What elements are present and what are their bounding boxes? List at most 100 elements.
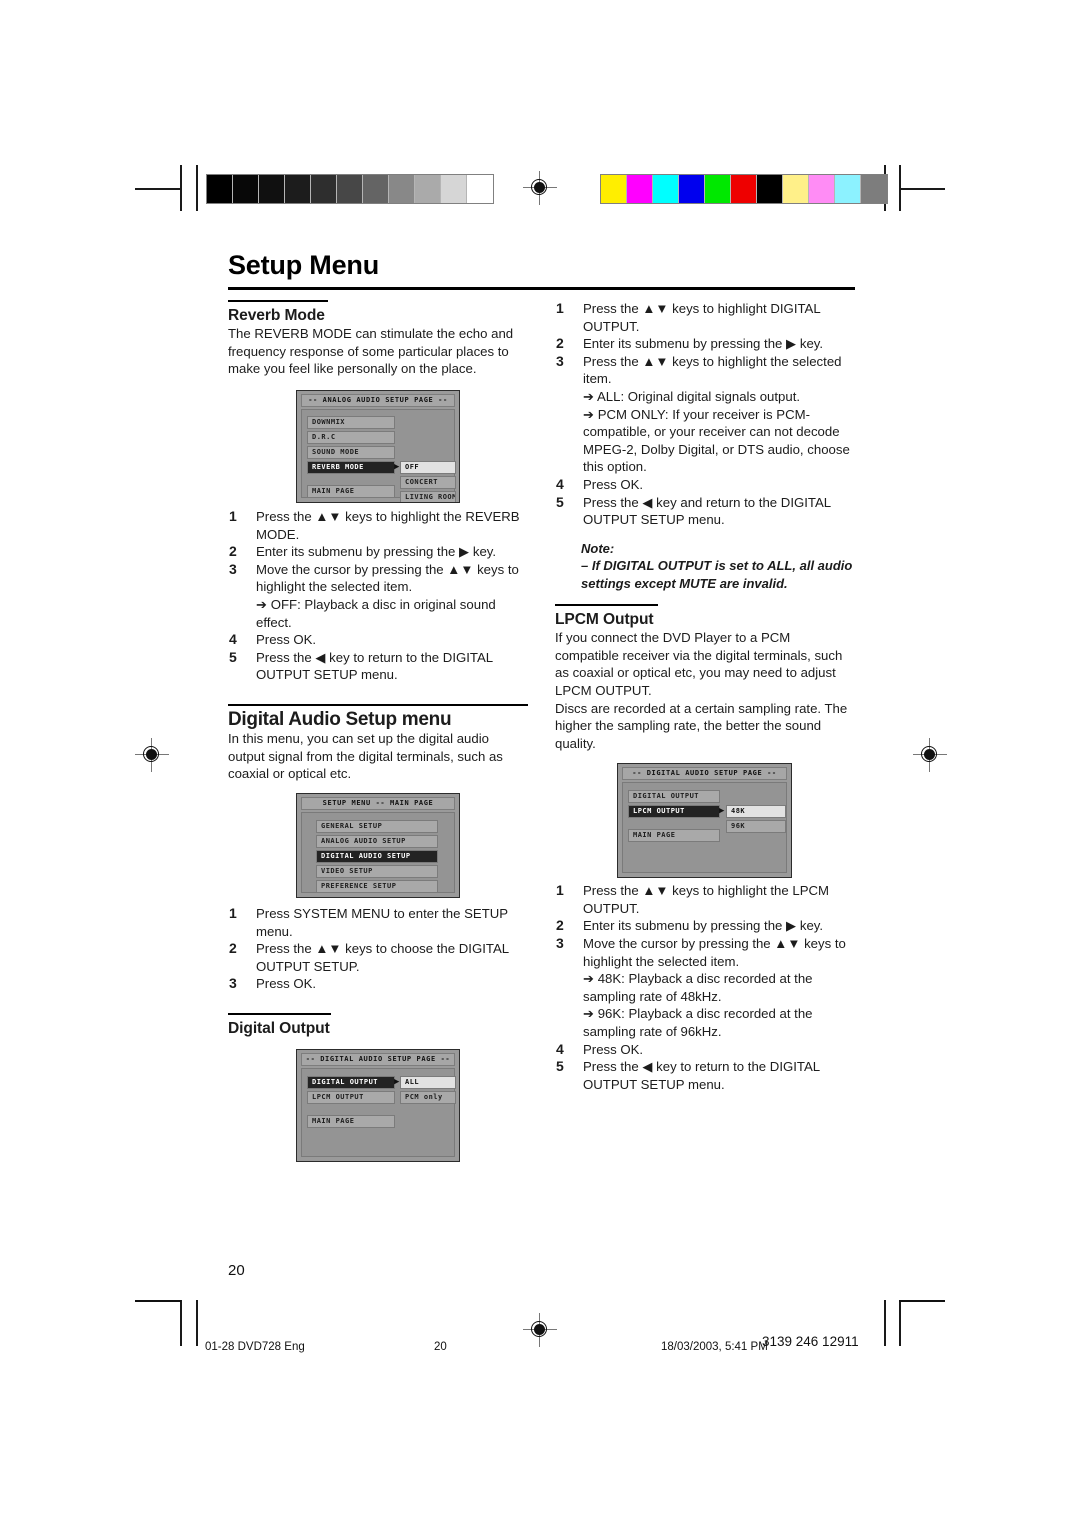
crop-mark-bottom-left-v: [180, 1300, 182, 1346]
digital-output-heading-rule: [228, 1013, 331, 1015]
osd-sub-all[interactable]: ALL: [400, 1076, 456, 1090]
step-text: Press the ▲▼ keys to choose the DIGITAL …: [256, 941, 509, 974]
osd-cursor-icon: ▶: [394, 1077, 400, 1088]
step-number: 3: [556, 352, 564, 369]
osd-body: GENERAL SETUP ANALOG AUDIO SETUP DIGITAL…: [301, 812, 455, 894]
osd-body: DIGITAL OUTPUT LPCM OUTPUT MAIN PAGE ▶ 4…: [622, 782, 787, 874]
step-text: Press the ◀ key to return to the DIGITAL…: [256, 649, 493, 683]
step-text: Press the ◀ key and return to the DIGITA…: [583, 494, 831, 528]
crop-mark-top-left-v2: [196, 165, 198, 211]
list-item: 3 Press OK.: [228, 975, 528, 993]
grayscale-swatch-0: [207, 175, 233, 203]
color-swatch-10: [861, 175, 887, 203]
footer-doc-code: 3139 246 12911: [762, 1334, 859, 1349]
osd-item-analog-audio-setup[interactable]: ANALOG AUDIO SETUP: [316, 835, 438, 849]
osd-item-main-page[interactable]: MAIN PAGE: [307, 1115, 395, 1129]
grayscale-swatch-2: [259, 175, 285, 203]
osd-item-drc[interactable]: D.R.C: [307, 430, 395, 444]
osd-sub-48k[interactable]: 48K: [726, 805, 786, 819]
step-text: Press the ◀ key to return to the DIGITAL…: [583, 1059, 820, 1092]
reverb-heading-rule: [228, 300, 328, 302]
step-text: Press OK.: [256, 632, 317, 648]
osd-lpcm-output-page: -- DIGITAL AUDIO SETUP PAGE -- DIGITAL O…: [617, 763, 792, 879]
color-calibration-bar: [600, 174, 888, 204]
reverb-steps-list: 1 Press the ▲▼ keys to highlight the REV…: [228, 508, 528, 684]
grayscale-swatch-5: [337, 175, 363, 203]
step-number: 5: [556, 493, 564, 510]
step-text: Press OK.: [583, 1041, 644, 1057]
osd-submenu-list: ALL PCM only: [400, 1076, 456, 1106]
osd-digital-output-wrap: -- DIGITAL AUDIO SETUP PAGE -- DIGITAL O…: [228, 1038, 528, 1168]
step-sub-text: ➔ 48K: Playback a disc recorded at the s…: [583, 971, 813, 1004]
color-swatch-6: [757, 175, 783, 203]
step-number: 3: [556, 935, 564, 952]
osd-item-lpcm-output[interactable]: LPCM OUTPUT: [628, 805, 720, 819]
lpcm-steps-list: 1 Press the ▲▼ keys to highlight the LPC…: [555, 882, 855, 1093]
list-item: 2 Enter its submenu by pressing the ▶ ke…: [555, 335, 855, 353]
step-number: 5: [229, 648, 237, 665]
osd-sub-96k[interactable]: 96K: [726, 820, 786, 834]
step-number: 2: [556, 917, 564, 934]
osd-setup-main-wrap: SETUP MENU -- MAIN PAGE GENERAL SETUP AN…: [228, 783, 528, 905]
crop-mark-bottom-left-v2: [196, 1300, 198, 1346]
osd-item-main-page[interactable]: MAIN PAGE: [307, 484, 395, 498]
step-sub-text-2: ➔ PCM ONLY: If your receiver is PCM-comp…: [583, 406, 850, 475]
lpcm-heading-rule: [555, 603, 658, 606]
osd-main-list: DOWNMIX D.R.C SOUND MODE REVERB MODE MAI…: [307, 415, 395, 500]
right-column: 1 Press the ▲▼ keys to highlight DIGITAL…: [555, 300, 855, 1093]
osd-header: -- ANALOG AUDIO SETUP PAGE --: [301, 393, 455, 407]
digital-audio-setup-intro: In this menu, you can set up the digital…: [228, 731, 503, 782]
osd-sub-pcm-only[interactable]: PCM only: [400, 1091, 456, 1105]
osd-sub-living-room[interactable]: LIVING ROOM: [400, 490, 456, 502]
crop-mark-top-left-v: [180, 165, 182, 211]
registration-target-top: [523, 171, 557, 205]
crop-mark-top-right-h: [899, 188, 945, 190]
osd-sub-concert[interactable]: CONCERT: [400, 475, 456, 489]
list-item: 3 Press the ▲▼ keys to highlight the sel…: [555, 353, 855, 476]
osd-header: -- DIGITAL AUDIO SETUP PAGE --: [622, 767, 787, 781]
osd-main-list: DIGITAL OUTPUT LPCM OUTPUT MAIN PAGE: [628, 790, 720, 844]
osd-sub-off[interactable]: OFF: [400, 460, 456, 474]
page-title: Setup Menu: [228, 250, 379, 280]
list-item: 4 Press OK.: [228, 631, 528, 649]
digital-audio-setup-heading: Digital Audio Setup menu: [228, 708, 452, 730]
osd-item-lpcm-output[interactable]: LPCM OUTPUT: [307, 1091, 395, 1105]
osd-analog-audio-setup: -- ANALOG AUDIO SETUP PAGE -- DOWNMIX D.…: [296, 389, 460, 503]
registration-target-left: [135, 738, 169, 772]
osd-submenu-list: 48K 96K: [726, 805, 786, 835]
osd-item-preference-setup[interactable]: PREFERENCE SETUP: [316, 880, 438, 894]
step-number: 5: [556, 1058, 564, 1075]
step-number: 1: [229, 507, 237, 524]
list-item: 4 Press OK.: [555, 1041, 855, 1059]
osd-item-digital-output[interactable]: DIGITAL OUTPUT: [307, 1076, 395, 1090]
step-text: Enter its submenu by pressing the ▶ key.: [256, 544, 497, 560]
osd-header: -- DIGITAL AUDIO SETUP PAGE --: [301, 1053, 455, 1067]
step-number: 4: [229, 631, 237, 648]
osd-item-video-setup[interactable]: VIDEO SETUP: [316, 865, 438, 879]
grayscale-swatch-3: [285, 175, 311, 203]
list-item: 5 Press the ◀ key to return to the DIGIT…: [555, 1058, 855, 1093]
grayscale-swatch-1: [233, 175, 259, 203]
lpcm-output-heading: LPCM Output: [555, 610, 654, 628]
list-item: 1 Press the ▲▼ keys to highlight DIGITAL…: [555, 300, 855, 335]
osd-analog-audio-wrap: -- ANALOG AUDIO SETUP PAGE -- DOWNMIX D.…: [228, 378, 528, 508]
osd-item-digital-output[interactable]: DIGITAL OUTPUT: [628, 790, 720, 804]
step-text: Enter its submenu by pressing the ▶ key.: [583, 918, 824, 934]
list-item: 1 Press the ▲▼ keys to highlight the LPC…: [555, 882, 855, 917]
osd-item-main-page[interactable]: MAIN PAGE: [628, 829, 720, 843]
step-number: 2: [556, 335, 564, 352]
osd-lpcm-output-wrap: -- DIGITAL AUDIO SETUP PAGE -- DIGITAL O…: [555, 752, 855, 882]
digital-output-steps: 1 Press the ▲▼ keys to highlight DIGITAL…: [555, 300, 855, 529]
osd-item-general-setup[interactable]: GENERAL SETUP: [316, 820, 438, 834]
step-text: Press the ▲▼ keys to highlight the REVER…: [256, 508, 520, 542]
color-swatch-7: [783, 175, 809, 203]
step-sub-text-2: ➔ 96K: Playback a disc recorded at the s…: [583, 1006, 813, 1040]
grayscale-swatch-8: [415, 175, 441, 203]
osd-item-sound-mode[interactable]: SOUND MODE: [307, 445, 395, 459]
grayscale-swatch-9: [441, 175, 467, 203]
osd-item-downmix[interactable]: DOWNMIX: [307, 415, 395, 429]
osd-item-digital-audio-setup[interactable]: DIGITAL AUDIO SETUP: [316, 850, 438, 864]
osd-item-reverb-mode[interactable]: REVERB MODE: [307, 460, 395, 474]
step-text: Enter its submenu by pressing the ▶ key.: [583, 336, 824, 352]
osd-submenu-list: OFF CONCERT LIVING ROOM HALL ARENA CHURC…: [400, 460, 456, 502]
